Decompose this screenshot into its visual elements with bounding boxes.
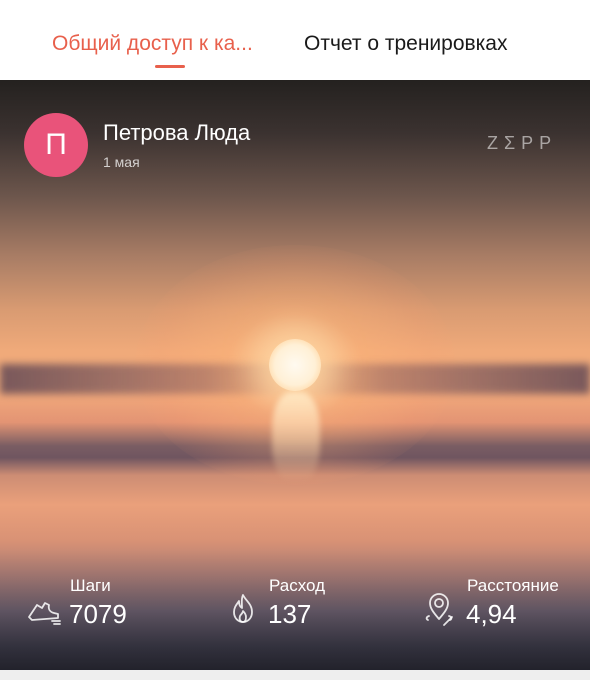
stat-steps: Шаги 7079 bbox=[25, 576, 175, 636]
location-pin-icon bbox=[422, 590, 460, 628]
sun-reflection bbox=[272, 392, 320, 482]
tab-workout-report[interactable]: Отчет о тренировках bbox=[304, 30, 508, 58]
app-screen: Общий доступ к ка... Отчет о тренировках… bbox=[0, 0, 590, 680]
share-date: 1 мая bbox=[103, 154, 140, 170]
user-name: Петрова Люда bbox=[103, 120, 251, 145]
stat-burn: Расход 137 bbox=[224, 576, 374, 636]
avatar: П bbox=[24, 113, 88, 177]
steps-value: 7079 bbox=[69, 599, 127, 629]
sneaker-icon bbox=[25, 590, 63, 628]
burn-value: 137 bbox=[268, 599, 312, 629]
bottom-strip bbox=[0, 670, 590, 680]
distance-label: Расстояние bbox=[467, 576, 559, 595]
share-card[interactable]: П Петрова Люда 1 мая ZΣPP Шаги 7079 Расх… bbox=[0, 80, 590, 670]
active-tab-indicator bbox=[155, 65, 185, 68]
distance-value: 4,94 bbox=[466, 599, 517, 629]
sun-image bbox=[269, 339, 321, 391]
burn-label: Расход bbox=[269, 576, 326, 595]
zepp-logo: ZΣPP bbox=[487, 133, 558, 153]
stat-distance: Расстояние 4,94 bbox=[422, 576, 582, 636]
tab-sharing[interactable]: Общий доступ к ка... bbox=[52, 30, 253, 58]
flame-icon bbox=[224, 590, 262, 628]
tab-bar: Общий доступ к ка... Отчет о тренировках bbox=[0, 0, 590, 80]
steps-label: Шаги bbox=[70, 576, 111, 595]
